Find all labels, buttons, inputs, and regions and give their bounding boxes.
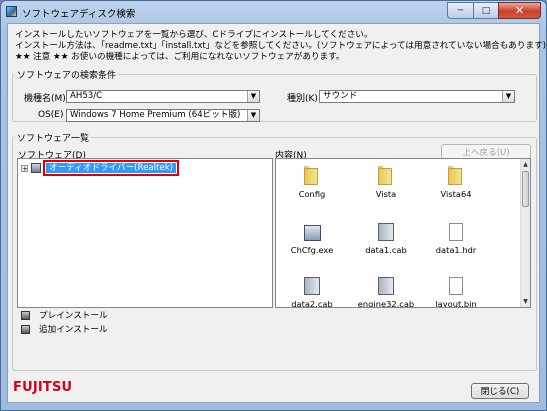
intro-line-2: インストール方法は、「readme.txt」「install.txt」などを参照… [15,41,547,51]
addinstall-label: 追加インストール [39,325,108,335]
maximize-button[interactable]: □ [473,2,498,19]
file-name: Vista64 [440,189,472,199]
search-conditions-legend: ソフトウェアの検索条件 [17,71,117,81]
close-window-button[interactable]: ✕ [498,2,541,19]
selected-item-highlight: オーディオドライバー(Realtek) [43,160,180,176]
model-combo[interactable]: AH53/C ▼ [66,90,260,103]
folder-icon [448,165,464,185]
preinstall-icon [21,310,30,320]
file-item[interactable]: Vista64 [426,165,486,199]
app-icon [6,6,17,17]
go-up-button[interactable]: 上へ戻る(U) [441,144,531,159]
window-title: ソフトウェアディスク検索 [22,9,136,20]
fujitsu-logo: FUJITSU [13,380,73,395]
computer-icon [31,163,41,173]
file-item[interactable]: data2.cab [282,277,342,308]
file-name: engine32.cab [357,299,415,308]
addinstall-icon [21,324,30,334]
title-bar[interactable]: ソフトウェアディスク検索 ─ □ ✕ [1,1,546,23]
legend-preinstall: プレインストール [21,309,108,321]
folder-icon [378,165,394,185]
main-window: ソフトウェアディスク検索 ─ □ ✕ インストールしたいソフトウェアを一覧から選… [0,0,547,411]
file-name: ChCfg.exe [290,245,334,255]
model-label: 機種名(M) [24,94,66,104]
exe-icon [303,225,321,241]
file-name: Vista [375,189,397,199]
intro-line-3: ★★ 注意 ★★ お使いの機種によっては、ご利用になれないソフトウェアがあります… [15,52,345,62]
cab-icon [378,277,394,295]
file-name: data2.cab [291,299,333,308]
intro-line-1: インストールしたいソフトウェアを一覧から選び、Cドライブにインストールしてくださ… [15,30,373,40]
cab-icon [304,277,320,295]
file-item[interactable]: data1.hdr [426,223,486,255]
file-item[interactable]: Vista [356,165,416,199]
model-dropdown-arrow-icon[interactable]: ▼ [247,91,259,102]
scroll-thumb[interactable] [522,171,529,207]
document-icon [449,277,463,295]
scroll-down-icon[interactable]: ▼ [521,297,530,306]
window-controls: ─ □ ✕ [447,2,541,19]
kind-dropdown-arrow-icon[interactable]: ▼ [502,91,514,102]
kind-value: サウンド [323,91,358,101]
file-name: Config [298,189,326,199]
os-combo[interactable]: Windows 7 Home Premium (64ビット版) ▼ [66,109,260,122]
file-name: data1.cab [365,245,407,255]
file-item[interactable]: data1.cab [356,223,416,255]
tree-expand-icon[interactable]: + [21,164,28,172]
minimize-button[interactable]: ─ [447,2,473,19]
file-item[interactable]: Config [282,165,342,199]
file-name: layout.bin [435,299,477,308]
selected-software-item[interactable]: オーディオドライバー(Realtek) [46,163,177,173]
client-area: インストールしたいソフトウェアを一覧から選び、Cドライブにインストールしてくださ… [7,23,546,403]
tree-node-audio-driver[interactable]: + オーディオドライバー(Realtek) [21,160,180,176]
os-label: OS(E) [38,110,64,120]
file-name: data1.hdr [435,245,477,255]
file-item[interactable]: ChCfg.exe [282,223,342,255]
file-item[interactable]: engine32.cab [356,277,416,308]
os-dropdown-arrow-icon[interactable]: ▼ [247,110,259,121]
close-button[interactable]: 閉じる(C) [471,383,529,399]
file-item[interactable]: layout.bin [426,277,486,308]
software-tree[interactable]: + オーディオドライバー(Realtek) [17,158,273,308]
folder-icon [304,165,320,185]
contents-scrollbar[interactable]: ▲ ▼ [520,159,530,307]
contents-pane[interactable]: Config Vista Vista64 ChCfg.exe data1.cab… [275,158,531,308]
os-value: Windows 7 Home Premium (64ビット版) [70,110,241,120]
preinstall-label: プレインストール [39,311,108,321]
kind-label: 種別(K) [287,94,318,104]
legend-addinstall: 追加インストール [21,323,108,335]
kind-combo[interactable]: サウンド ▼ [319,90,515,103]
intro-text: インストールしたいソフトウェアを一覧から選び、Cドライブにインストールしてくださ… [15,30,546,63]
scroll-up-icon[interactable]: ▲ [521,160,530,169]
model-value: AH53/C [70,91,103,101]
document-icon [449,223,463,241]
cab-icon [378,223,394,241]
software-list-legend: ソフトウェア一覧 [17,134,90,144]
